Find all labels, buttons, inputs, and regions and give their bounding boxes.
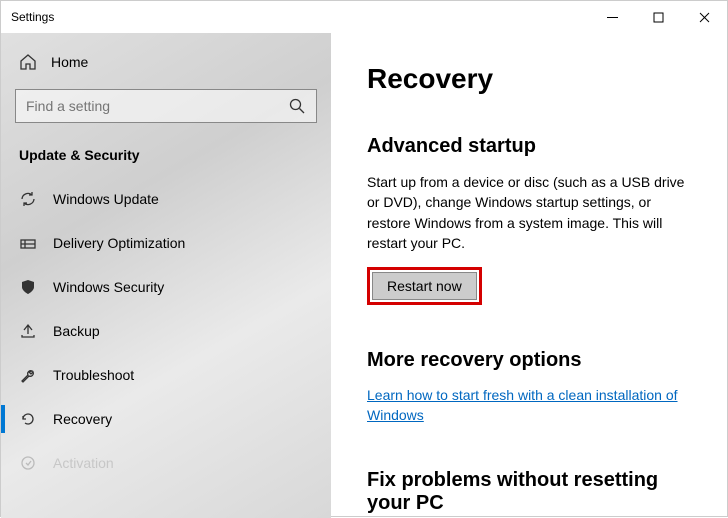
window-controls [589,1,727,33]
titlebar: Settings [1,1,727,33]
maximize-button[interactable] [635,1,681,33]
highlight-box: Restart now [367,267,482,305]
sidebar-item-recovery[interactable]: Recovery [1,397,331,441]
sidebar-item-label: Activation [53,455,114,471]
backup-icon [19,322,37,340]
advanced-startup-heading: Advanced startup [367,135,697,158]
sidebar-item-delivery-optimization[interactable]: Delivery Optimization [1,221,331,265]
section-title: Update & Security [1,141,331,177]
minimize-button[interactable] [589,1,635,33]
delivery-icon [19,234,37,252]
activation-icon [19,454,37,472]
home-label: Home [51,54,88,70]
page-title: Recovery [367,63,697,95]
sidebar-item-troubleshoot[interactable]: Troubleshoot [1,353,331,397]
content-pane: Recovery Advanced startup Start up from … [331,33,727,518]
recovery-icon [19,410,37,428]
wrench-icon [19,366,37,384]
sidebar-item-windows-security[interactable]: Windows Security [1,265,331,309]
restart-now-button[interactable]: Restart now [372,272,477,300]
sidebar-item-label: Windows Security [53,279,164,295]
sidebar-item-activation[interactable]: Activation [1,441,331,472]
titlebar-title: Settings [11,10,54,24]
fix-problems-heading: Fix problems without resetting your PC [367,469,697,515]
sidebar-item-label: Delivery Optimization [53,235,185,251]
sidebar-item-label: Windows Update [53,191,159,207]
home-link[interactable]: Home [1,45,331,79]
sidebar-item-windows-update[interactable]: Windows Update [1,177,331,221]
advanced-startup-desc: Start up from a device or disc (such as … [367,172,697,253]
sidebar-item-label: Recovery [53,411,112,427]
search-input[interactable] [26,98,278,114]
close-button[interactable] [681,1,727,33]
sidebar-item-backup[interactable]: Backup [1,309,331,353]
sidebar: Home Update & Security Windows Update De… [1,33,331,518]
fresh-start-link[interactable]: Learn how to start fresh with a clean in… [367,386,697,425]
nav-list: Windows Update Delivery Optimization Win… [1,177,331,472]
sync-icon [19,190,37,208]
home-icon [19,53,37,71]
sidebar-item-label: Backup [53,323,100,339]
more-recovery-heading: More recovery options [367,349,697,372]
sidebar-item-label: Troubleshoot [53,367,134,383]
shield-icon [19,278,37,296]
search-icon [288,97,306,115]
search-box[interactable] [15,89,317,123]
